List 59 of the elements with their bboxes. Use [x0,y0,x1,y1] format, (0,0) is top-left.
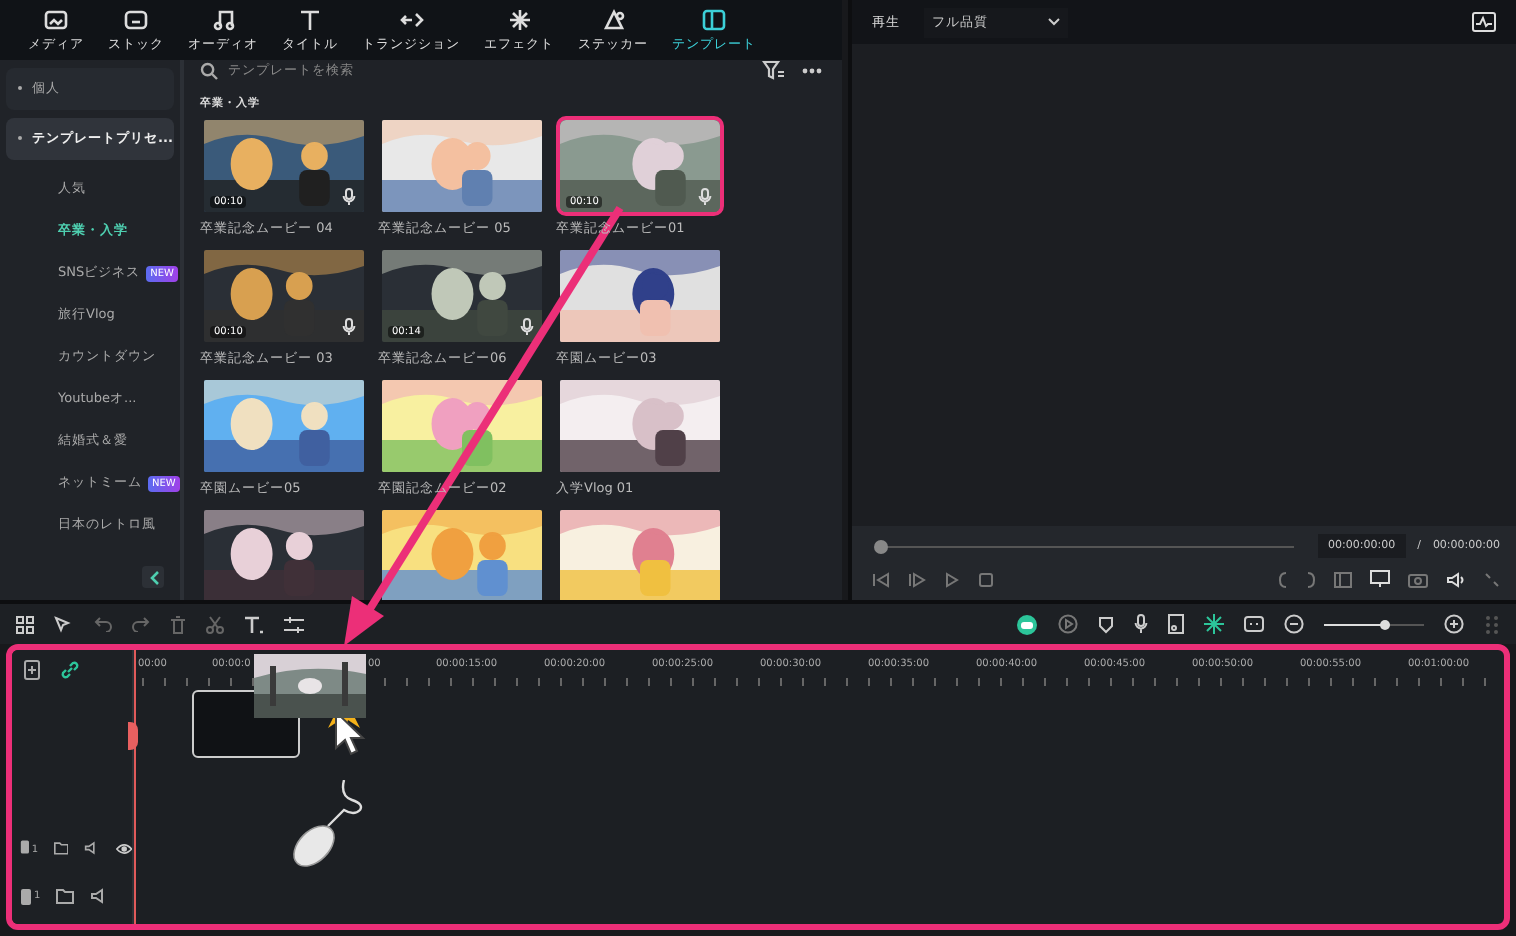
link-icon[interactable] [60,660,80,681]
caption-icon[interactable] [1244,616,1264,632]
grip-icon[interactable] [1484,613,1500,635]
trash-icon[interactable] [170,615,186,633]
arrows-icon [399,7,423,31]
zoom-out-icon[interactable] [1284,614,1304,634]
stop-icon[interactable] [978,571,994,587]
text-icon [298,7,322,31]
adjust-icon[interactable] [284,615,304,633]
progress-thumb[interactable] [874,539,888,553]
zoom-thumb[interactable] [1380,619,1390,629]
music-file-icon[interactable] [1168,614,1184,634]
filter-icon[interactable] [762,60,786,80]
caret-icon [1048,18,1060,26]
add-track-icon[interactable] [24,660,40,681]
chevron-left-icon [147,569,159,585]
audio-track-icon [20,887,32,906]
image-icon [44,7,68,31]
fullscreen-icon[interactable] [1484,571,1500,587]
layout-icon[interactable] [1334,571,1352,587]
pointer-icon[interactable] [54,615,74,633]
previous-frame-icon[interactable] [872,571,890,587]
sparkle-icon[interactable] [1204,614,1224,634]
playhead-handle[interactable] [128,722,138,750]
next-frame-icon[interactable] [908,571,926,587]
zoom-in-icon[interactable] [1444,614,1464,634]
microphone-icon [520,318,534,336]
more-icon[interactable] [802,67,822,73]
text-icon[interactable] [244,615,264,633]
sparkle-icon [507,7,531,31]
scissors-icon[interactable] [206,615,224,633]
video-track-icon [20,838,30,857]
play-circle-icon[interactable] [1058,614,1078,634]
monitor-icon[interactable] [1370,570,1390,588]
folder-icon [124,7,148,31]
layout-icon [702,7,726,31]
folder-icon[interactable] [56,888,75,905]
play-icon[interactable] [944,571,960,587]
search-icon [200,61,218,79]
grid-icon[interactable] [16,615,34,633]
folder-icon[interactable] [54,840,69,857]
music-icon [211,7,235,31]
collapse-button[interactable] [142,566,164,588]
mark-out-icon[interactable] [1306,571,1316,587]
speaker-icon[interactable] [84,840,100,857]
undo-icon[interactable] [94,616,112,632]
eye-icon[interactable] [115,842,132,857]
microphone-icon [342,188,356,206]
microphone-icon[interactable] [1134,614,1148,634]
camera-icon[interactable] [1408,571,1428,587]
mark-in-icon[interactable] [1278,571,1288,587]
speaker-icon[interactable] [90,888,109,905]
microphone-icon [698,188,712,206]
redo-icon[interactable] [132,616,150,632]
shield-icon[interactable] [1098,615,1114,633]
chart-icon[interactable] [1472,12,1496,32]
speaker-icon[interactable] [1446,571,1466,587]
sticker-icon [601,7,625,31]
microphone-icon [342,318,356,336]
